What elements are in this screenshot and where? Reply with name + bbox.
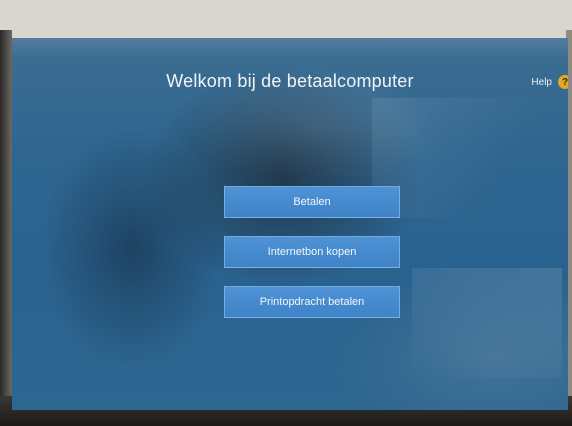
help-link[interactable]: Help ? [531,75,568,89]
kiosk-screen: Welkom bij de betaalcomputer Help ? Beta… [12,38,568,410]
pay-button[interactable]: Betalen [224,186,400,218]
help-label: Help [531,76,552,88]
help-icon[interactable]: ? [558,75,568,89]
page-title: Welkom bij de betaalcomputer [166,71,414,91]
buy-internet-voucher-button[interactable]: Internetbon kopen [224,236,400,268]
screen-reflection [12,38,568,58]
photo-of-kiosk-screen: Welkom bij de betaalcomputer Help ? Beta… [0,0,572,426]
pay-print-job-button[interactable]: Printopdracht betalen [224,286,400,318]
monitor-bezel-left [0,30,12,426]
screen-reflection [412,268,562,378]
